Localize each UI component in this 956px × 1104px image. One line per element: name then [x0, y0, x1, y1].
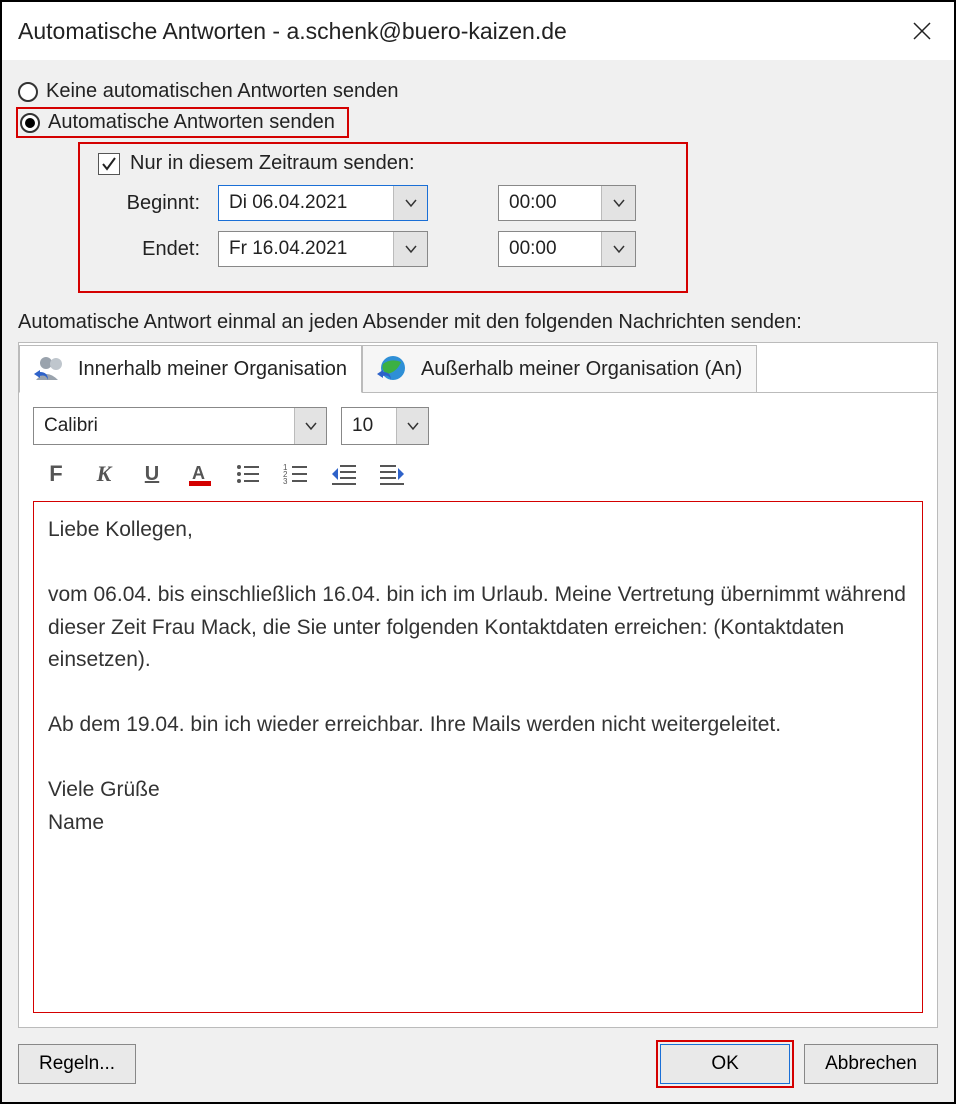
- font-dropdown[interactable]: [294, 408, 326, 444]
- end-label: Endet:: [98, 238, 218, 261]
- tab-outside-org[interactable]: Außerhalb meiner Organisation (An): [362, 345, 757, 393]
- message-editor[interactable]: Liebe Kollegen, vom 06.04. bis einschlie…: [33, 501, 923, 1013]
- radio-on-label: Automatische Antworten senden: [48, 111, 335, 134]
- svg-text:A: A: [192, 463, 205, 483]
- tab-inside-org[interactable]: Innerhalb meiner Organisation: [19, 345, 362, 393]
- tab-body: Calibri 10 F K U: [19, 392, 937, 1027]
- radio-off-icon: [18, 82, 38, 102]
- end-time-value: 00:00: [499, 232, 601, 266]
- font-color-icon: A: [187, 461, 213, 487]
- numbered-list-icon: 1 2 3: [283, 462, 309, 486]
- only-in-range-label: Nur in diesem Zeitraum senden:: [130, 152, 415, 175]
- tabs-container: Innerhalb meiner Organisation Außerhalb …: [18, 342, 938, 1028]
- font-select[interactable]: Calibri: [33, 407, 327, 445]
- svg-text:3: 3: [283, 477, 288, 486]
- close-icon: [912, 21, 932, 41]
- tab-outside-label: Außerhalb meiner Organisation (An): [421, 358, 742, 381]
- instruction-text: Automatische Antwort einmal an jeden Abs…: [18, 311, 938, 334]
- chevron-down-icon: [404, 198, 418, 208]
- fontsize-value: 10: [342, 408, 396, 444]
- begin-row: Beginnt: Di 06.04.2021 00:00: [98, 185, 668, 221]
- only-in-range-row[interactable]: Nur in diesem Zeitraum senden:: [98, 152, 668, 175]
- end-date-dropdown[interactable]: [393, 232, 427, 266]
- end-time-combo[interactable]: 00:00: [498, 231, 636, 267]
- end-date-combo[interactable]: Fr 16.04.2021: [218, 231, 428, 267]
- begin-label: Beginnt:: [98, 192, 218, 215]
- font-value: Calibri: [34, 408, 294, 444]
- radio-on-row[interactable]: Automatische Antworten senden: [16, 107, 349, 138]
- tab-inside-label: Innerhalb meiner Organisation: [78, 358, 347, 381]
- begin-time-combo[interactable]: 00:00: [498, 185, 636, 221]
- italic-button[interactable]: K: [89, 459, 119, 489]
- titlebar: Automatische Antworten - a.schenk@buero-…: [2, 2, 954, 60]
- radio-off-row[interactable]: Keine automatischen Antworten senden: [18, 76, 938, 107]
- end-time-dropdown[interactable]: [601, 232, 635, 266]
- bold-button[interactable]: F: [41, 459, 71, 489]
- globe-reply-icon: [377, 354, 413, 384]
- chevron-down-icon: [612, 198, 626, 208]
- begin-date-value: Di 06.04.2021: [219, 186, 393, 220]
- begin-date-dropdown[interactable]: [393, 186, 427, 220]
- fontsize-select[interactable]: 10: [341, 407, 429, 445]
- chevron-down-icon: [612, 244, 626, 254]
- format-toolbar: F K U A: [33, 457, 923, 501]
- close-button[interactable]: [904, 17, 940, 45]
- dialog-footer: Regeln... OK Abbrechen: [2, 1038, 954, 1102]
- indent-icon: [378, 462, 406, 486]
- chevron-down-icon: [304, 421, 318, 431]
- time-range-box: Nur in diesem Zeitraum senden: Beginnt: …: [78, 142, 688, 293]
- window-title: Automatische Antworten - a.schenk@buero-…: [18, 18, 904, 45]
- radio-on-icon: [20, 113, 40, 133]
- outdent-icon: [330, 462, 358, 486]
- radio-off-label: Keine automatischen Antworten senden: [46, 80, 398, 103]
- cancel-button[interactable]: Abbrechen: [804, 1044, 938, 1084]
- ok-button[interactable]: OK: [660, 1044, 790, 1084]
- underline-button[interactable]: U: [137, 459, 167, 489]
- font-color-button[interactable]: A: [185, 459, 215, 489]
- chevron-down-icon: [406, 421, 420, 431]
- numbered-list-button[interactable]: 1 2 3: [281, 459, 311, 489]
- end-date-value: Fr 16.04.2021: [219, 232, 393, 266]
- check-icon: [100, 155, 118, 173]
- begin-date-combo[interactable]: Di 06.04.2021: [218, 185, 428, 221]
- begin-time-dropdown[interactable]: [601, 186, 635, 220]
- bullet-list-icon: [235, 462, 261, 486]
- bullet-list-button[interactable]: [233, 459, 263, 489]
- only-in-range-checkbox[interactable]: [98, 153, 120, 175]
- outdent-button[interactable]: [329, 459, 359, 489]
- indent-button[interactable]: [377, 459, 407, 489]
- rules-button[interactable]: Regeln...: [18, 1044, 136, 1084]
- dialog-automatic-replies: Automatische Antworten - a.schenk@buero-…: [0, 0, 956, 1104]
- tabstrip: Innerhalb meiner Organisation Außerhalb …: [19, 343, 937, 393]
- chevron-down-icon: [404, 244, 418, 254]
- fontsize-dropdown[interactable]: [396, 408, 428, 444]
- people-reply-icon: [34, 354, 70, 384]
- begin-time-value: 00:00: [499, 186, 601, 220]
- end-row: Endet: Fr 16.04.2021 00:00: [98, 231, 668, 267]
